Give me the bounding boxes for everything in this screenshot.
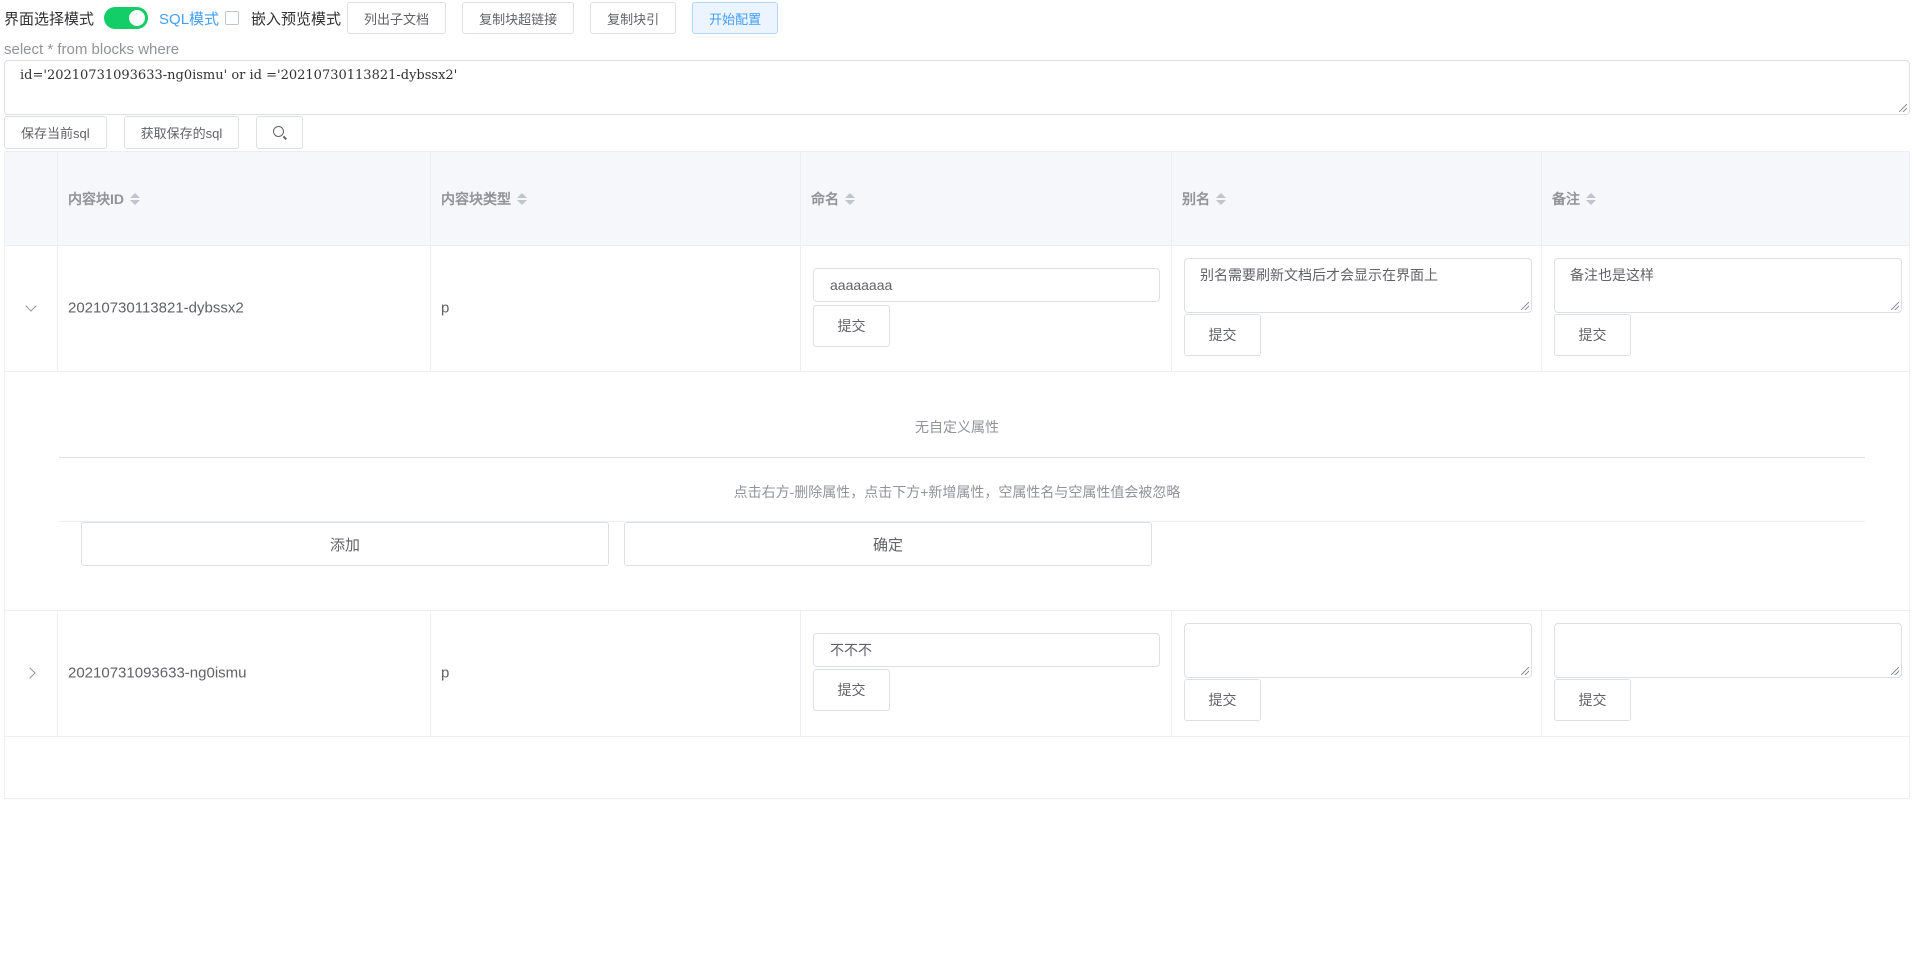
memo-textarea-value: 备注也是这样 (1570, 267, 1654, 283)
header-block-type[interactable]: 内容块类型 (431, 152, 801, 245)
copy-hyperlink-button[interactable]: 复制块超链接 (462, 2, 575, 34)
sql-actions: 保存当前sql 获取保存的sql (4, 116, 304, 149)
sort-icon[interactable] (130, 192, 140, 205)
sql-query-text: id='20210731093633-ng0ismu' or id ='2021… (20, 68, 458, 83)
header-alias-label: 别名 (1182, 190, 1210, 207)
embed-preview-checkbox[interactable] (225, 11, 240, 25)
save-sql-button[interactable]: 保存当前sql (4, 116, 107, 149)
resize-handle-icon[interactable] (1891, 302, 1899, 310)
header-name[interactable]: 命名 (801, 152, 1172, 245)
switch-knob (129, 10, 146, 26)
sql-mode-label: SQL模式 (159, 10, 220, 28)
cell-memo: 提交 (1542, 610, 1911, 736)
add-attribute-button[interactable]: 添加 (81, 522, 609, 566)
list-children-button[interactable]: 列出子文档 (347, 2, 447, 34)
cell-alias: 提交 (1172, 610, 1542, 736)
name-input-value: aaaaaaaa (830, 277, 893, 293)
cell-block-type: p (431, 245, 801, 371)
memo-textarea[interactable] (1554, 623, 1902, 678)
table-row: 20210731093633-ng0ismu p 不不不 提交 提交 提交 (5, 610, 1909, 737)
submit-alias-button[interactable]: 提交 (1184, 314, 1261, 356)
cell-name: 不不不 提交 (801, 610, 1172, 736)
header-alias[interactable]: 别名 (1172, 152, 1542, 245)
table-row: 20210730113821-dybssx2 p aaaaaaaa 提交 别名需… (5, 245, 1909, 372)
block-type-text: p (441, 664, 450, 682)
table-header: 内容块ID 内容块类型 命名 别名 备注 (5, 152, 1909, 246)
resize-handle-icon[interactable] (1521, 302, 1529, 310)
start-config-button[interactable]: 开始配置 (692, 2, 779, 34)
cell-block-id: 20210730113821-dybssx2 (58, 245, 431, 371)
header-block-type-label: 内容块类型 (441, 190, 511, 207)
empty-attributes-text: 无自定义属性 (915, 419, 999, 435)
load-saved-sql-button[interactable]: 获取保存的sql (123, 116, 240, 149)
cell-block-type: p (431, 610, 801, 736)
cell-memo: 备注也是这样 提交 (1542, 245, 1911, 371)
blocks-table: 内容块ID 内容块类型 命名 别名 备注 20210730113821-dybs… (4, 151, 1910, 799)
submit-memo-button[interactable]: 提交 (1554, 679, 1631, 721)
sort-icon[interactable] (1216, 192, 1226, 205)
header-block-id[interactable]: 内容块ID (58, 152, 431, 245)
search-button[interactable] (256, 116, 304, 149)
name-input[interactable]: 不不不 (813, 633, 1160, 667)
sql-mode-switch[interactable] (104, 7, 149, 29)
cell-alias: 别名需要刷新文档后才会显示在界面上 提交 (1172, 245, 1542, 371)
submit-alias-button[interactable]: 提交 (1184, 679, 1261, 721)
attributes-hint-text: 点击右方-删除属性，点击下方+新增属性，空属性名与空属性值会被忽略 (733, 484, 1181, 500)
sql-caption: select * from blocks where (4, 41, 180, 58)
search-icon (273, 126, 285, 137)
alias-textarea[interactable]: 别名需要刷新文档后才会显示在界面上 (1184, 258, 1532, 313)
sort-icon[interactable] (1586, 192, 1596, 205)
resize-handle-icon[interactable] (1891, 667, 1899, 675)
submit-name-button[interactable]: 提交 (813, 669, 890, 711)
cell-block-id: 20210731093633-ng0ismu (58, 610, 431, 736)
copy-ref-button[interactable]: 复制块引 (590, 2, 677, 34)
resize-handle-icon[interactable] (1521, 667, 1529, 675)
ui-mode-label: 界面选择模式 (4, 10, 95, 28)
row-expand-panel: 无自定义属性 点击右方-删除属性，点击下方+新增属性，空属性名与空属性值会被忽略… (5, 371, 1909, 611)
mode-toolbar: 界面选择模式 SQL模式 嵌入预览模式 列出子文档 复制块超链接 复制块引 开始… (4, 0, 779, 36)
name-input[interactable]: aaaaaaaa (813, 268, 1160, 302)
chevron-down-icon (25, 300, 37, 312)
sort-icon[interactable] (517, 192, 527, 205)
memo-textarea[interactable]: 备注也是这样 (1554, 258, 1902, 313)
header-name-label: 命名 (811, 190, 839, 207)
submit-memo-button[interactable]: 提交 (1554, 314, 1631, 356)
sort-icon[interactable] (845, 192, 855, 205)
block-type-text: p (441, 299, 450, 317)
expand-column-header (5, 152, 58, 245)
sql-query-textarea[interactable]: id='20210731093633-ng0ismu' or id ='2021… (4, 60, 1910, 115)
expand-toggle[interactable] (5, 610, 58, 736)
header-block-id-label: 内容块ID (68, 190, 124, 207)
submit-name-button[interactable]: 提交 (813, 305, 890, 347)
alias-textarea[interactable] (1184, 623, 1532, 678)
confirm-attributes-button[interactable]: 确定 (624, 522, 1152, 566)
block-id-text: 20210730113821-dybssx2 (68, 299, 244, 317)
embed-preview-label: 嵌入预览模式 (251, 10, 342, 28)
header-memo-label: 备注 (1552, 190, 1580, 207)
header-memo[interactable]: 备注 (1542, 152, 1911, 245)
chevron-right-icon (23, 667, 36, 679)
alias-textarea-value: 别名需要刷新文档后才会显示在界面上 (1200, 267, 1438, 283)
divider (59, 457, 1865, 458)
cell-name: aaaaaaaa 提交 (801, 245, 1172, 371)
block-id-text: 20210731093633-ng0ismu (68, 664, 247, 682)
resize-handle-icon[interactable] (1899, 104, 1907, 112)
expand-toggle[interactable] (5, 245, 58, 371)
name-input-value: 不不不 (830, 642, 872, 658)
